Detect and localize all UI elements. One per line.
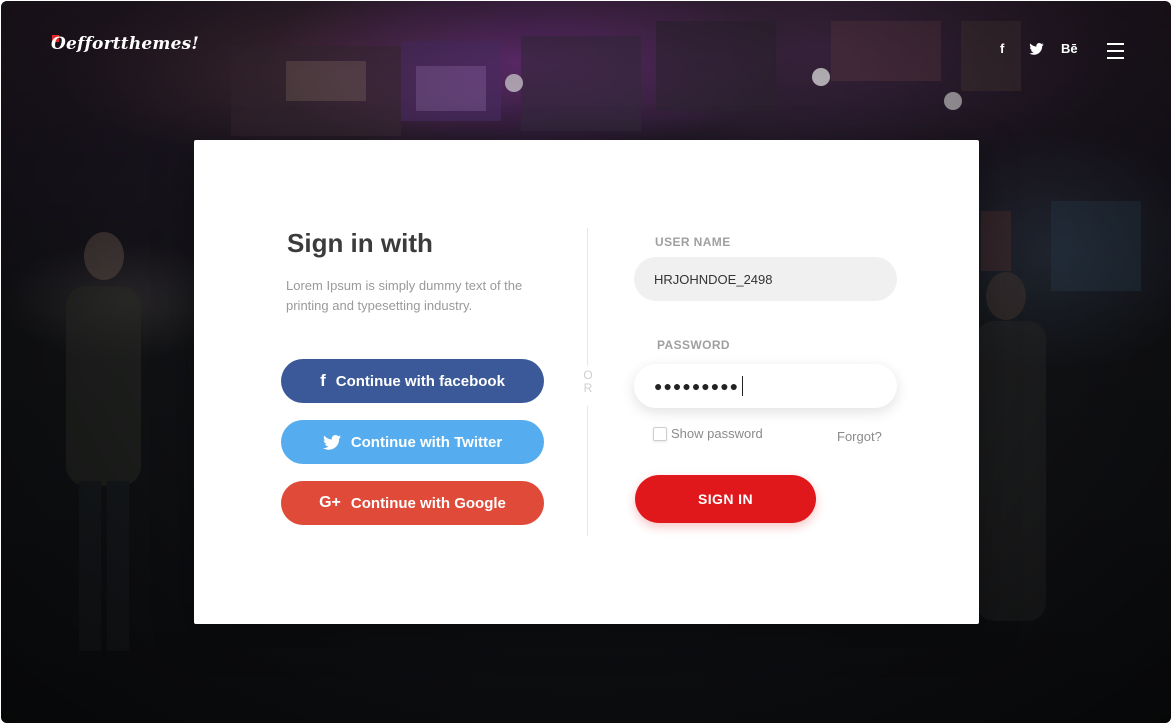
divider [587,406,588,536]
password-masked-value: ●●●●●●●●● [654,378,740,394]
continue-with-twitter-button[interactable]: Continue with Twitter [281,420,544,464]
show-password-checkbox[interactable] [653,426,667,441]
behance-icon[interactable]: Bē [1061,41,1078,56]
divider [587,228,588,366]
password-input[interactable]: ●●●●●●●●● [634,364,897,408]
text-caret [742,376,744,396]
show-password-toggle[interactable]: Show password [653,426,763,441]
or-separator: OR [583,368,593,395]
username-label: USER NAME [655,235,731,249]
twitter-button-label: Continue with Twitter [350,433,503,451]
forgot-password-link[interactable]: Forgot? [837,429,882,444]
username-input[interactable] [634,257,897,301]
subtitle-text: Lorem Ipsum is simply dummy text of the … [286,278,523,313]
facebook-icon[interactable]: f [1000,41,1004,56]
login-page: Oeffortthemes! f Bē Sign in with Lorem I… [1,1,1171,723]
twitter-icon [322,434,341,450]
show-password-label: Show password [671,426,763,441]
page-title: Sign in with [287,228,433,258]
sign-in-button[interactable]: SIGN IN [635,475,816,523]
hamburger-menu-icon[interactable] [1107,43,1124,59]
google-plus-icon: G+ [319,494,341,511]
brand-logo[interactable]: Oeffortthemes! [51,34,199,54]
twitter-icon[interactable] [1029,43,1044,58]
google-button-label: Continue with Google [350,494,506,512]
sign-in-card: Sign in with Lorem Ipsum is simply dummy… [194,140,979,624]
facebook-button-label: Continue with facebook [335,372,505,390]
continue-with-google-button[interactable]: G+ Continue with Google [281,481,544,525]
continue-with-facebook-button[interactable]: f Continue with facebook [281,359,544,403]
password-label: PASSWORD [657,338,730,352]
facebook-icon: f [320,371,326,390]
twitter-bird-icon [1029,43,1044,55]
